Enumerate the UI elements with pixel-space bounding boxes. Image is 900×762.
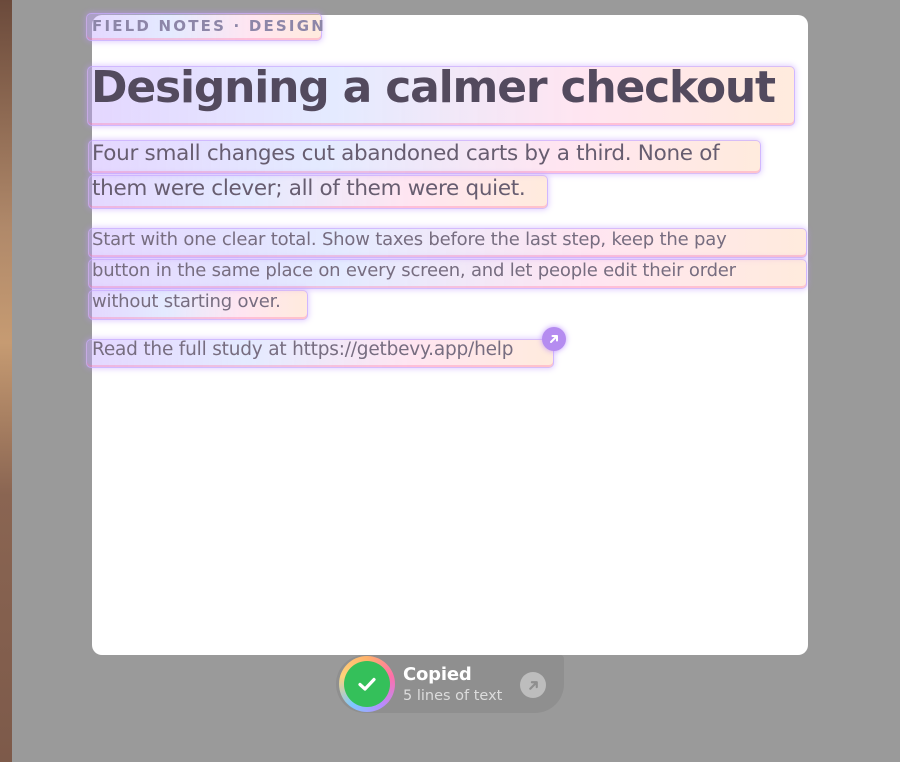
study-link-line[interactable]: Read the full study at https://getbevy.a… [92, 339, 513, 360]
toast-subtitle: 5 lines of text [403, 688, 503, 704]
desktop-background [0, 0, 12, 762]
study-link[interactable]: https://getbevy.app/help [292, 339, 513, 360]
copied-status-indicator [339, 656, 395, 712]
body-line-2[interactable]: button in the same place on every screen… [92, 260, 736, 281]
lede-line-2[interactable]: them were clever; all of them were quiet… [92, 176, 526, 201]
lede-line-1[interactable]: Four small changes cut abandoned carts b… [92, 141, 720, 166]
page-title[interactable]: Designing a calmer checkout [91, 62, 776, 113]
body-line-1[interactable]: Start with one clear total. Show taxes b… [92, 229, 727, 250]
body-line-3[interactable]: without starting over. [92, 291, 281, 312]
checkmark-icon [358, 677, 376, 691]
arrow-up-right-icon [528, 680, 538, 690]
toast-title: Copied [403, 664, 472, 685]
arrow-up-right-icon [550, 335, 558, 343]
link-prefix: Read the full study at [92, 339, 293, 360]
eyebrow-label[interactable]: FIELD NOTES · DESIGN [92, 17, 326, 35]
open-link-button[interactable] [542, 327, 566, 351]
toast-open-button[interactable] [520, 672, 546, 698]
